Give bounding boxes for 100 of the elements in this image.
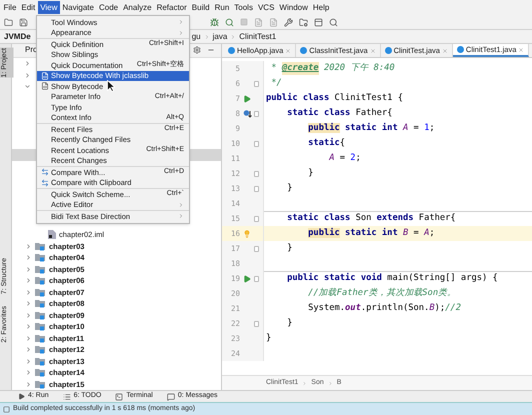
chevron-icon[interactable] bbox=[25, 334, 32, 342]
chevron-icon[interactable] bbox=[25, 277, 32, 284]
code-token: = bbox=[412, 226, 420, 240]
folder-icon bbox=[35, 276, 46, 286]
save-icon[interactable] bbox=[19, 18, 28, 26]
wrench-icon[interactable] bbox=[284, 18, 293, 26]
run-icon bbox=[18, 393, 25, 400]
chevron-icon[interactable] bbox=[25, 266, 32, 273]
close-icon[interactable] bbox=[370, 48, 376, 54]
code-token: static int bbox=[344, 122, 399, 135]
menu-bar-item[interactable]: Refactor bbox=[154, 1, 190, 14]
chevron-icon[interactable] bbox=[25, 346, 32, 354]
chevron-icon[interactable] bbox=[25, 358, 32, 365]
menu-bar-item[interactable]: Build bbox=[189, 1, 212, 14]
code-token: B bbox=[429, 302, 435, 315]
menu-bar-item[interactable]: File bbox=[1, 1, 19, 14]
file-icon bbox=[48, 230, 56, 240]
menu-bar-item[interactable]: VCS bbox=[255, 1, 277, 14]
folder-icon[interactable] bbox=[4, 18, 13, 26]
menu-bar-item[interactable]: Window bbox=[276, 1, 310, 14]
breadcrumb-item[interactable]: java bbox=[210, 30, 230, 42]
chevron-icon bbox=[328, 380, 333, 386]
menu-bar-item[interactable]: Navigate bbox=[60, 1, 96, 14]
run-icon[interactable] bbox=[243, 274, 251, 282]
code-token: A bbox=[328, 152, 334, 165]
chevron-icon[interactable] bbox=[24, 72, 31, 78]
code-token: public class bbox=[266, 92, 330, 105]
code-token: */ bbox=[270, 76, 282, 90]
class-icon bbox=[384, 47, 392, 54]
chevron-icon[interactable] bbox=[25, 300, 32, 308]
code-token: static class bbox=[286, 106, 352, 120]
menu-bar-item[interactable]: Run bbox=[212, 1, 232, 14]
code-token: Son bbox=[356, 212, 372, 226]
code-token: Father{ bbox=[418, 212, 456, 226]
folder-icon[interactable] bbox=[299, 18, 308, 26]
folder-icon bbox=[35, 310, 46, 320]
code-token: public bbox=[307, 122, 340, 135]
chevron-icon[interactable] bbox=[25, 242, 32, 250]
chevron-icon[interactable] bbox=[25, 312, 32, 319]
run-icon[interactable] bbox=[243, 94, 251, 102]
close-icon[interactable] bbox=[518, 46, 524, 52]
compare-icon bbox=[41, 178, 49, 187]
code-token: B bbox=[402, 226, 408, 240]
code-token: 1 bbox=[424, 122, 430, 135]
message-icon bbox=[166, 392, 175, 400]
debug-icon[interactable] bbox=[210, 18, 219, 26]
chevron-icon[interactable] bbox=[25, 380, 32, 388]
close-icon[interactable] bbox=[285, 48, 292, 54]
code-token: static bbox=[307, 136, 340, 150]
code-token: out bbox=[345, 302, 361, 315]
code-token: * bbox=[270, 62, 278, 75]
chevron-icon bbox=[204, 34, 210, 40]
code-token: //加载Father类，其次加载Son类。 bbox=[307, 286, 456, 300]
menu-bar-item[interactable]: Analyze bbox=[120, 1, 154, 14]
folder-icon bbox=[35, 242, 46, 251]
override-icon[interactable] bbox=[242, 109, 252, 118]
window-icon[interactable] bbox=[314, 18, 323, 26]
chevron-icon bbox=[302, 380, 308, 386]
folder-icon bbox=[35, 334, 46, 343]
terminal-icon bbox=[115, 392, 124, 400]
code-token: public static void bbox=[286, 272, 383, 286]
chevron-icon[interactable] bbox=[24, 60, 31, 68]
code-token: = bbox=[338, 152, 346, 165]
folder-icon bbox=[35, 322, 46, 332]
code-token: } bbox=[286, 182, 292, 195]
status-icon[interactable] bbox=[3, 406, 10, 412]
search-icon[interactable] bbox=[329, 18, 338, 26]
menu-bar-item[interactable]: Help bbox=[310, 1, 332, 14]
file-icon bbox=[41, 82, 49, 90]
menu-bar-item[interactable]: Edit bbox=[18, 1, 38, 14]
menu-bar-item[interactable]: Tools bbox=[232, 1, 256, 14]
folder-icon bbox=[35, 253, 46, 262]
code-token: } bbox=[286, 242, 292, 255]
file-icon[interactable] bbox=[254, 18, 263, 26]
code-token: ClinitTest1 { bbox=[334, 92, 403, 105]
class-icon bbox=[300, 47, 308, 54]
chevron-icon[interactable] bbox=[24, 82, 31, 90]
class-icon bbox=[456, 46, 464, 53]
folder-icon bbox=[35, 345, 46, 354]
menu-bar-item[interactable]: View bbox=[38, 1, 60, 14]
menu-bar-item[interactable]: Code bbox=[96, 1, 121, 14]
settings-icon[interactable] bbox=[193, 46, 201, 54]
chevron-icon[interactable] bbox=[25, 323, 32, 330]
file-icon[interactable] bbox=[269, 18, 278, 26]
compare-icon bbox=[41, 168, 49, 176]
code-token: 2020 下午 8:40 bbox=[322, 62, 395, 75]
chevron-icon[interactable] bbox=[25, 369, 32, 376]
code-token: public bbox=[307, 226, 340, 240]
file-icon bbox=[41, 72, 49, 80]
code-token: ; bbox=[356, 152, 361, 165]
breadcrumb-item[interactable]: ClinitTest1 bbox=[236, 30, 280, 42]
code-token: } bbox=[286, 316, 292, 330]
chevron-icon[interactable] bbox=[25, 288, 32, 296]
close-icon[interactable] bbox=[442, 48, 448, 54]
code-token: @create bbox=[282, 62, 319, 76]
breadcrumb-item[interactable]: JVMDe bbox=[4, 30, 31, 42]
chevron-icon[interactable] bbox=[25, 254, 32, 262]
folder-icon bbox=[35, 368, 46, 378]
list-icon bbox=[62, 392, 71, 400]
breadcrumb-item[interactable]: gu bbox=[188, 30, 204, 42]
